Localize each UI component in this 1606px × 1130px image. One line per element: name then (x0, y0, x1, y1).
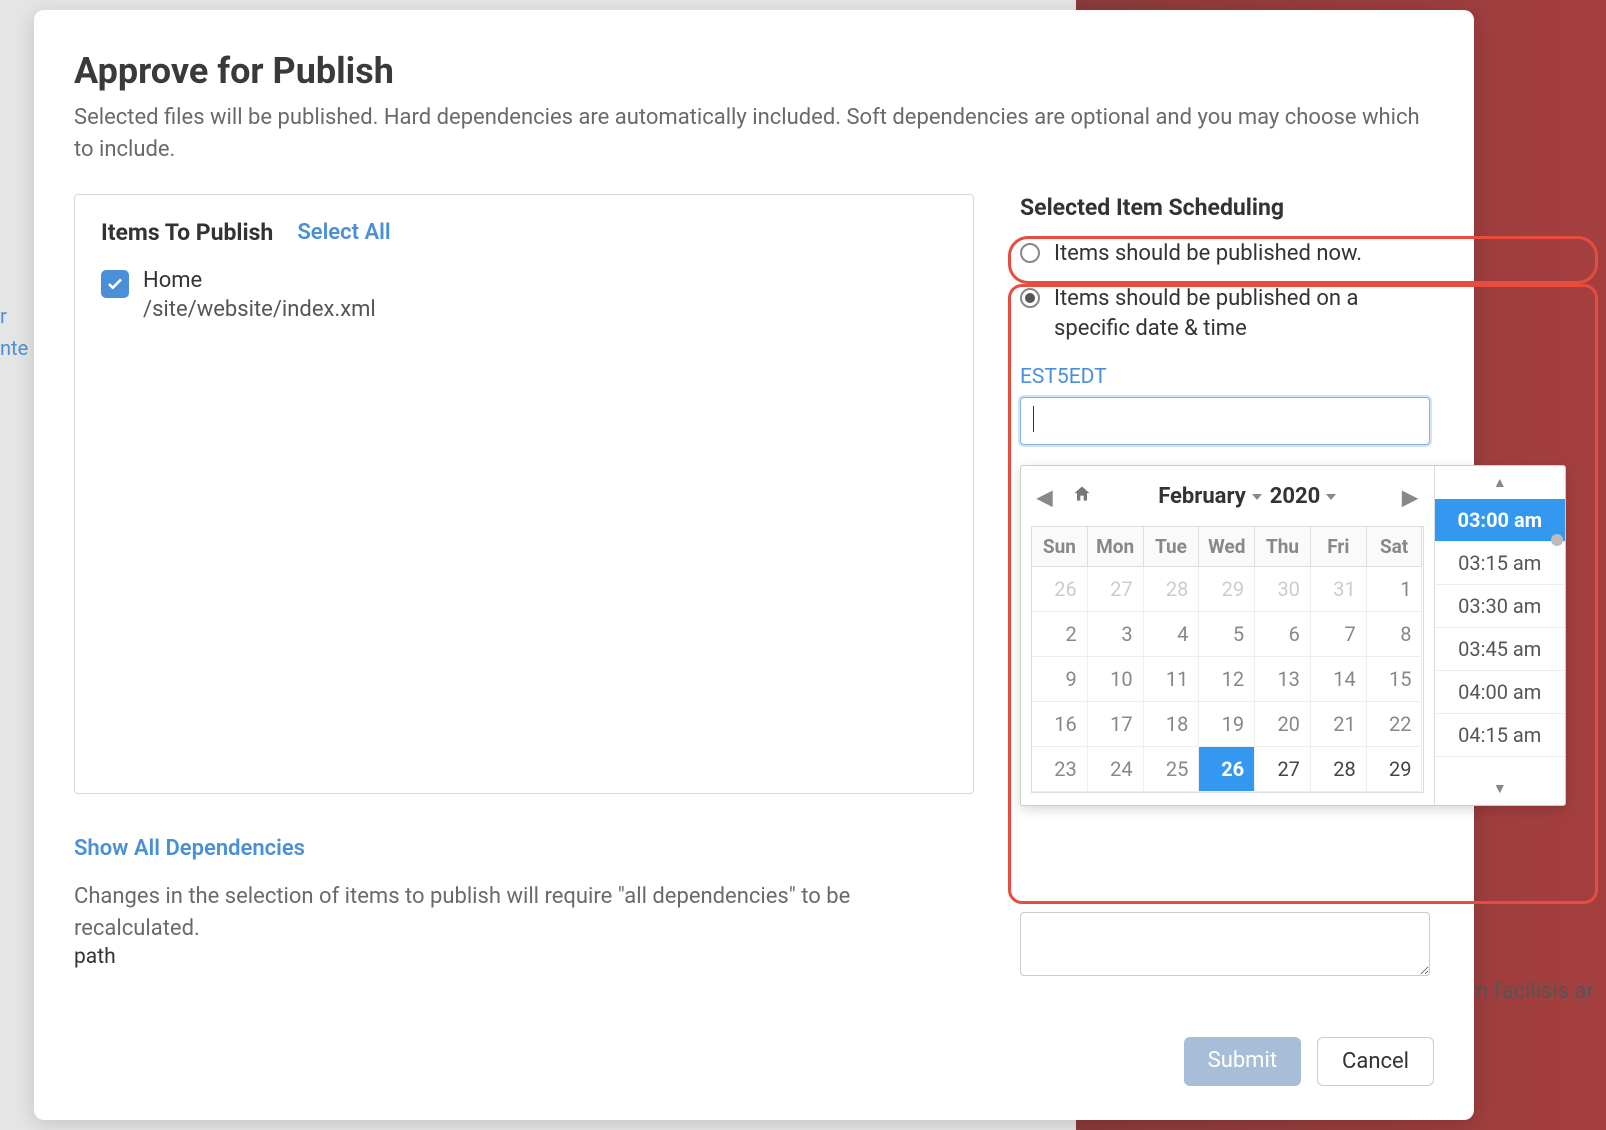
comment-textarea[interactable] (1020, 912, 1430, 976)
calendar-day[interactable]: 14 (1311, 657, 1367, 702)
items-title: Items To Publish (101, 219, 273, 246)
scheduling-title: Selected Item Scheduling (1020, 194, 1434, 221)
calendar-day[interactable]: 23 (1032, 747, 1088, 792)
calendar-day[interactable]: 7 (1311, 612, 1367, 657)
calendar-day[interactable]: 19 (1199, 702, 1255, 747)
calendar-dow: Wed (1199, 527, 1255, 567)
check-icon (106, 275, 124, 293)
time-slot[interactable]: 04:00 am (1435, 671, 1566, 714)
items-panel: Items To Publish Select All Home /site/w… (74, 194, 974, 794)
radio-label-now: Items should be published now. (1054, 239, 1362, 270)
time-scroll-up-icon[interactable]: ▲ (1435, 466, 1566, 499)
backdrop-snippet: r (0, 300, 28, 332)
item-path: /site/website/index.xml (143, 297, 376, 322)
time-column: ▲ 03:00 am03:15 am03:30 am03:45 am04:00 … (1434, 466, 1566, 805)
cancel-button[interactable]: Cancel (1317, 1037, 1434, 1086)
calendar-day[interactable]: 20 (1255, 702, 1311, 747)
select-all-link[interactable]: Select All (297, 220, 390, 245)
calendar-day[interactable]: 5 (1199, 612, 1255, 657)
calendar-day[interactable]: 28 (1311, 747, 1367, 792)
calendar-day[interactable]: 27 (1255, 747, 1311, 792)
calendar-day[interactable]: 26 (1199, 747, 1255, 792)
calendar-day[interactable]: 29 (1367, 747, 1423, 792)
datetime-picker: ◀ February 2020 (1020, 465, 1566, 806)
calendar-dow: Fri (1311, 527, 1367, 567)
calendar-day[interactable]: 3 (1088, 612, 1144, 657)
time-slot[interactable]: 03:15 am (1435, 542, 1566, 585)
calendar-day[interactable]: 6 (1255, 612, 1311, 657)
time-list: 03:00 am03:15 am03:30 am03:45 am04:00 am… (1435, 499, 1566, 757)
month-label: February (1158, 484, 1246, 509)
backdrop-left-text: r nte (0, 300, 28, 364)
year-label: 2020 (1270, 484, 1321, 509)
calendar-day[interactable]: 27 (1088, 567, 1144, 612)
time-scroll-down-icon[interactable]: ▼ (1435, 772, 1566, 805)
item-checkbox[interactable] (101, 270, 129, 298)
backdrop-snippet: nte (0, 332, 28, 364)
item-name: Home (143, 268, 376, 293)
text-cursor (1033, 406, 1034, 432)
radio-publish-date[interactable]: Items should be published on a specific … (1020, 284, 1434, 346)
prev-month-icon[interactable]: ◀ (1031, 485, 1058, 509)
calendar-day[interactable]: 16 (1032, 702, 1088, 747)
calendar-day[interactable]: 13 (1255, 657, 1311, 702)
list-item: Home /site/website/index.xml (101, 268, 947, 322)
calendar-day[interactable]: 28 (1144, 567, 1200, 612)
calendar-day[interactable]: 8 (1367, 612, 1423, 657)
calendar-day[interactable]: 24 (1088, 747, 1144, 792)
radio-publish-now[interactable]: Items should be published now. (1020, 239, 1434, 270)
calendar-day[interactable]: 25 (1144, 747, 1200, 792)
time-slot[interactable]: 04:15 am (1435, 714, 1566, 757)
dependencies-note: Changes in the selection of items to pub… (74, 881, 974, 945)
timezone-label: EST5EDT (1020, 365, 1434, 389)
time-slot[interactable]: 03:00 am (1435, 499, 1566, 542)
next-month-icon[interactable]: ▶ (1396, 485, 1423, 509)
calendar-grid: SunMonTueWedThuFriSat2627282930311234567… (1031, 526, 1424, 793)
calendar-day[interactable]: 10 (1088, 657, 1144, 702)
calendar-day[interactable]: 9 (1032, 657, 1088, 702)
backdrop-right-text: m facilisis ar (1469, 979, 1594, 1004)
date-input[interactable] (1020, 397, 1430, 445)
calendar-day[interactable]: 22 (1367, 702, 1423, 747)
calendar-day[interactable]: 12 (1199, 657, 1255, 702)
show-dependencies-link[interactable]: Show All Dependencies (74, 836, 974, 861)
calendar-dow: Sat (1367, 527, 1423, 567)
calendar-day[interactable]: 2 (1032, 612, 1088, 657)
modal-title: Approve for Publish (74, 50, 1434, 92)
calendar-day[interactable]: 4 (1144, 612, 1200, 657)
calendar-day[interactable]: 26 (1032, 567, 1088, 612)
time-slot[interactable]: 03:30 am (1435, 585, 1566, 628)
month-selector[interactable]: February (1158, 484, 1262, 509)
radio-input-now[interactable] (1020, 243, 1040, 263)
calendar-dow: Thu (1255, 527, 1311, 567)
radio-input-date[interactable] (1020, 288, 1040, 308)
publish-modal: Approve for Publish Selected files will … (34, 10, 1474, 1120)
calendar-dow: Tue (1144, 527, 1200, 567)
calendar-day[interactable]: 17 (1088, 702, 1144, 747)
calendar-dow: Sun (1032, 527, 1088, 567)
modal-description: Selected files will be published. Hard d… (74, 102, 1434, 166)
calendar-day[interactable]: 18 (1144, 702, 1200, 747)
time-slot[interactable]: 03:45 am (1435, 628, 1566, 671)
modal-buttons: Submit Cancel (1184, 1037, 1434, 1086)
calendar-day[interactable]: 30 (1255, 567, 1311, 612)
calendar-nav: ◀ February 2020 (1031, 476, 1424, 518)
calendar-day[interactable]: 21 (1311, 702, 1367, 747)
calendar-day[interactable]: 11 (1144, 657, 1200, 702)
year-selector[interactable]: 2020 (1270, 484, 1337, 509)
chevron-down-icon (1252, 494, 1262, 500)
home-icon[interactable] (1066, 484, 1098, 509)
submit-button[interactable]: Submit (1184, 1037, 1301, 1086)
calendar-dow: Mon (1088, 527, 1144, 567)
calendar-day[interactable]: 29 (1199, 567, 1255, 612)
calendar-day[interactable]: 31 (1311, 567, 1367, 612)
chevron-down-icon (1326, 494, 1336, 500)
radio-label-date: Items should be published on a specific … (1054, 284, 1434, 346)
calendar-day[interactable]: 15 (1367, 657, 1423, 702)
calendar: ◀ February 2020 (1021, 466, 1434, 805)
calendar-day[interactable]: 1 (1367, 567, 1423, 612)
